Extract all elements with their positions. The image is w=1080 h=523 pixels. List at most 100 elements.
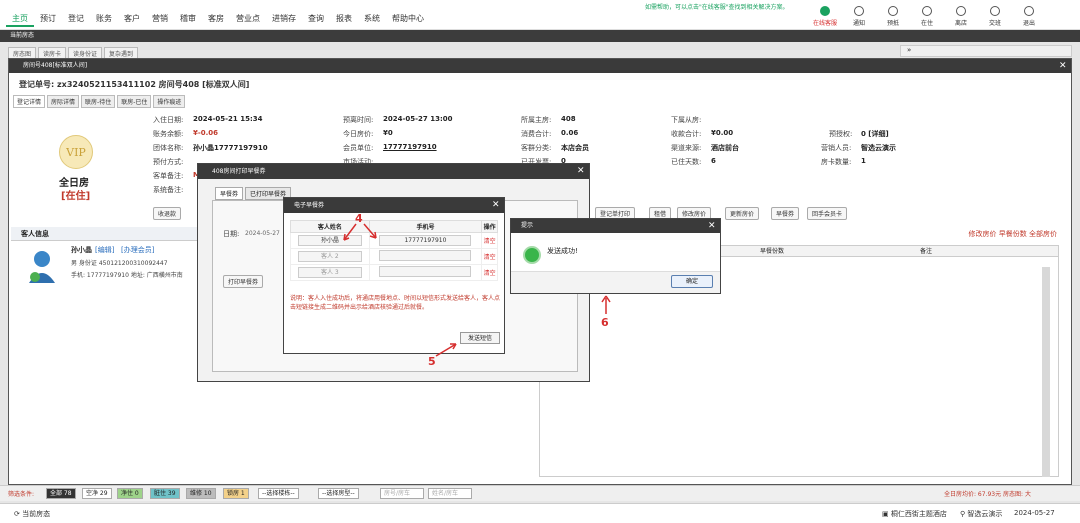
room-type-select[interactable]: --选择房型--	[318, 488, 359, 499]
menu-item-reserve[interactable]: 预订	[34, 13, 62, 27]
print-breakfast-close-button[interactable]: ✕	[577, 165, 585, 177]
chip-all[interactable]: 全部 78	[46, 488, 76, 499]
annotation-6: 6	[601, 316, 609, 329]
menu-item-customer[interactable]: 客户	[118, 13, 146, 27]
menu-item-home[interactable]: 主页	[6, 13, 34, 27]
guest-edit-link[interactable]: [编辑]	[95, 245, 114, 255]
clear-link[interactable]: 清空	[484, 254, 496, 261]
phone-input[interactable]	[379, 266, 472, 277]
ok-button[interactable]: 确定	[671, 275, 713, 288]
logout-button[interactable]: 退出	[1012, 6, 1046, 27]
right-panel-collapse[interactable]: »	[900, 45, 1072, 57]
member-label: 会员单位:	[343, 144, 374, 152]
menu-item-outlet[interactable]: 营业点	[230, 13, 266, 27]
tab-register-detail[interactable]: 登记详情	[13, 95, 46, 108]
menu-item-help[interactable]: 帮助中心	[386, 13, 430, 27]
tab-operation-log[interactable]: 操作痕迹	[153, 95, 186, 108]
breakfast-voucher-button[interactable]: 早餐券	[771, 207, 800, 220]
card-label: 房卡数量:	[821, 158, 852, 166]
shift-button[interactable]: 交班	[978, 6, 1012, 27]
table-row: 客人 2 清空	[290, 248, 498, 265]
phone-input[interactable]	[379, 250, 472, 261]
collect-refund-button[interactable]: 收退款	[153, 207, 182, 220]
table-row: 客人 3 清空	[290, 264, 498, 281]
e-breakfast-close-button[interactable]: ✕	[492, 199, 500, 211]
guest-name: 孙小晶	[71, 246, 92, 254]
notice-button[interactable]: 通知	[842, 6, 876, 27]
menu-item-audit[interactable]: 稽审	[174, 13, 202, 27]
menu-item-housekeeping[interactable]: 客房	[202, 13, 230, 27]
menu-item-accounts[interactable]: 账务	[90, 13, 118, 27]
in-house-button[interactable]: 在住	[910, 6, 944, 27]
tab-room-detail[interactable]: 房际详情	[47, 95, 80, 108]
system-remark-label: 系统备注:	[153, 186, 184, 194]
chip-clean-occupied[interactable]: 净住 0	[117, 488, 143, 499]
today-price-label: 今日房价:	[343, 130, 374, 138]
guest-name-input[interactable]: 客人 3	[297, 267, 362, 278]
table-row: 孙小晶 17777197910 清空	[290, 232, 498, 249]
current-status-button[interactable]: ⟳ 当前房态	[14, 509, 50, 519]
auth-value[interactable]: 0 [详细]	[861, 129, 889, 139]
member-link[interactable]: 17777197910	[383, 143, 437, 151]
sales-label: 营销人员:	[821, 144, 852, 152]
depart-value: 2024-05-27 13:00	[383, 115, 453, 123]
departure-button[interactable]: 离店	[944, 6, 978, 27]
clock-icon	[888, 6, 898, 16]
clear-link[interactable]: 清空	[484, 238, 496, 245]
channel-value: 酒店前台	[711, 144, 739, 152]
tab-linked-stayed[interactable]: 联房-已住	[117, 95, 152, 108]
group-value: 孙小晶17777197910	[193, 144, 268, 152]
print-breakfast-button[interactable]: 打印早餐券	[223, 275, 264, 288]
date-value[interactable]: 2024-05-27	[245, 230, 280, 237]
menu-item-register[interactable]: 登记	[62, 13, 90, 27]
quick-actions: 在线客服 通知 预抵 在住 离店 交班 退出	[808, 6, 1046, 27]
chip-maintenance[interactable]: 维修 10	[186, 488, 216, 499]
send-sms-button[interactable]: 发送短信	[460, 332, 500, 344]
checkin-value: 2024-05-21 15:34	[193, 115, 263, 123]
bell-icon	[854, 6, 864, 16]
main-room-value: 408	[561, 115, 576, 123]
clear-link[interactable]: 清空	[484, 270, 496, 277]
annotation-arrow-5	[435, 343, 457, 357]
current-user: ⚲ 智选云演示	[960, 510, 1003, 518]
menu-item-query[interactable]: 查询	[302, 13, 330, 27]
menu-item-reports[interactable]: 报表	[330, 13, 358, 27]
tab-breakfast-voucher[interactable]: 早餐券	[215, 187, 244, 200]
prepay-label: 预付方式:	[153, 158, 184, 166]
tab-linked-pending[interactable]: 联房-待住	[81, 95, 116, 108]
update-rate-button[interactable]: 更新房价	[725, 207, 760, 220]
vertical-scrollbar[interactable]	[1042, 267, 1050, 477]
depart-label: 预离时间:	[343, 116, 374, 124]
vip-badge: VIP	[59, 135, 93, 169]
member-card-button[interactable]: 回手会员卡	[807, 207, 848, 220]
payment-label: 收款合计:	[671, 130, 702, 138]
chip-locked[interactable]: 锁房 1	[223, 488, 249, 499]
chip-vacant-clean[interactable]: 空净 29	[82, 488, 112, 499]
e-breakfast-note: 说明：客人入住成功后，将通店用餐地点、时间以短信形式发送给客人，客人点击短链接生…	[290, 295, 501, 311]
menu-item-inventory[interactable]: 进销存	[266, 13, 302, 27]
menu-item-marketing[interactable]: 营销	[146, 13, 174, 27]
guest-phone-line: 手机: 17777197910 地址: 广西横州市南	[71, 272, 183, 279]
headset-icon	[820, 6, 830, 16]
room-window-close-button[interactable]: ✕	[1059, 60, 1067, 72]
phone-input[interactable]: 17777197910	[379, 235, 472, 246]
room-number-input[interactable]: 房号/房车	[380, 488, 424, 499]
prompt-close-button[interactable]: ✕	[708, 220, 716, 232]
guest-name-input[interactable]: 姓名/房车	[428, 488, 472, 499]
prompt-message: 发送成功!	[547, 247, 578, 255]
join-member-link[interactable]: [办理会员]	[121, 245, 154, 255]
online-service-button[interactable]: 在线客服	[808, 6, 842, 27]
building-select[interactable]: --选择楼栋--	[258, 488, 299, 499]
auth-label: 预授权:	[829, 130, 853, 138]
guest-name-input[interactable]: 客人 2	[297, 251, 362, 262]
current-date: 2024-05-27	[1014, 509, 1055, 517]
arrival-button[interactable]: 预抵	[876, 6, 910, 27]
room-window-title: 房间号408[标准双人间] ✕	[9, 59, 1071, 73]
menu-item-system[interactable]: 系统	[358, 13, 386, 27]
swap-icon	[990, 6, 1000, 16]
chip-dirty-occupied[interactable]: 脏住 39	[150, 488, 180, 499]
print-breakfast-title: 408房间打印早餐券 ✕	[198, 164, 589, 179]
room-tabs: 登记详情 房际详情 联房-待住 联房-已住 操作痕迹	[13, 95, 186, 108]
prompt-title: 提示 ✕	[511, 219, 720, 233]
section-bar: 当前房态	[0, 30, 1080, 42]
